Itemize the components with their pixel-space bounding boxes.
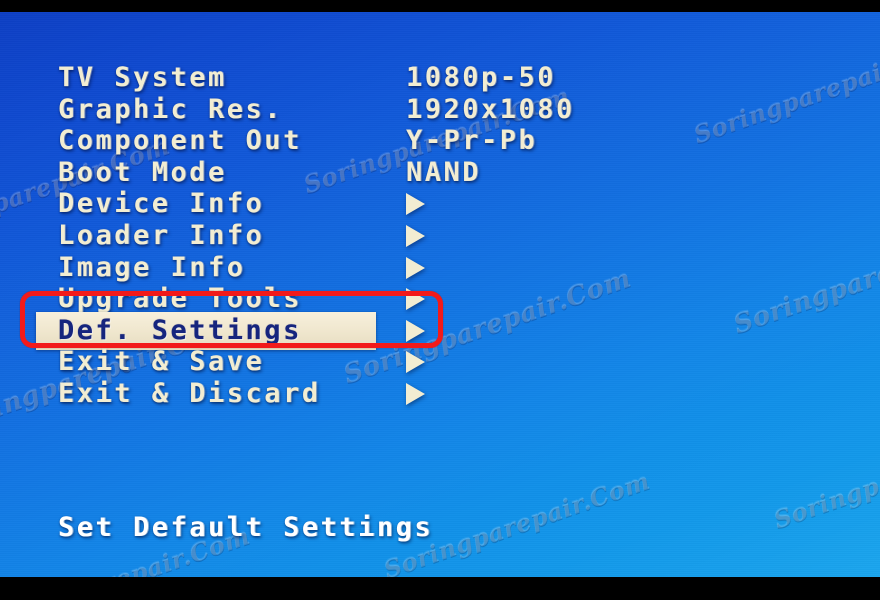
menu-item-label: Upgrade Tools: [58, 283, 302, 315]
help-text: Set Default Settings: [58, 512, 434, 543]
chevron-right-icon: [406, 319, 425, 342]
menu-item-boot-mode[interactable]: Boot Mode NAND: [0, 157, 880, 189]
menu-item-loader-info[interactable]: Loader Info: [0, 220, 880, 252]
letterbox-bottom: [0, 577, 880, 600]
menu-item-label: Device Info: [58, 188, 265, 220]
chevron-right-icon: [406, 225, 425, 247]
menu-item-graphic-res[interactable]: Graphic Res. 1920x1080: [0, 94, 880, 126]
chevron-right-icon: [406, 193, 425, 216]
menu-item-value: NAND: [406, 156, 482, 188]
menu-item-def-settings[interactable]: Def. Settings: [0, 311, 880, 350]
menu-item-label: Def. Settings: [58, 314, 302, 346]
letterbox-top: [0, 0, 880, 12]
menu-item-exit-save[interactable]: Exit & Save: [0, 346, 880, 378]
tv-screen: Soringparepair.Com Soringparepair.Com Sori…: [0, 0, 880, 600]
menu-item-label: TV System: [58, 62, 227, 93]
menu-item-value: 1920x1080: [406, 93, 575, 125]
menu-item-exit-discard[interactable]: Exit & Discard: [0, 378, 880, 410]
menu-item-label: Exit & Discard: [58, 378, 321, 409]
menu-item-label: Graphic Res.: [58, 93, 284, 125]
menu-item-label: Loader Info: [58, 220, 265, 251]
bootloader-menu: TV System 1080p-50 Graphic Res. 1920x1080 Co…: [0, 12, 880, 577]
chevron-right-icon: [406, 256, 425, 279]
menu-item-upgrade-tools[interactable]: Upgrade Tools: [0, 283, 880, 315]
menu-item-device-info[interactable]: Device Info: [0, 188, 880, 220]
menu-item-label: Exit & Save: [58, 346, 265, 378]
menu-item-label: Image Info: [58, 251, 246, 283]
menu-item-value: Y-Pr-Pb: [406, 125, 538, 157]
menu-item-label: Component Out: [58, 125, 302, 157]
menu-item-value: 1080p-50: [406, 62, 557, 93]
menu-item-label: Boot Mode: [58, 156, 227, 188]
menu-picture-area: Soringparepair.Com Soringparepair.Com Sori…: [0, 12, 880, 577]
menu-item-tv-system[interactable]: TV System 1080p-50: [0, 62, 880, 94]
chevron-right-icon: [406, 288, 425, 311]
chevron-right-icon: [406, 383, 425, 405]
chevron-right-icon: [406, 351, 425, 374]
menu-item-component-out[interactable]: Component Out Y-Pr-Pb: [0, 125, 880, 157]
menu-item-image-info[interactable]: Image Info: [0, 252, 880, 284]
